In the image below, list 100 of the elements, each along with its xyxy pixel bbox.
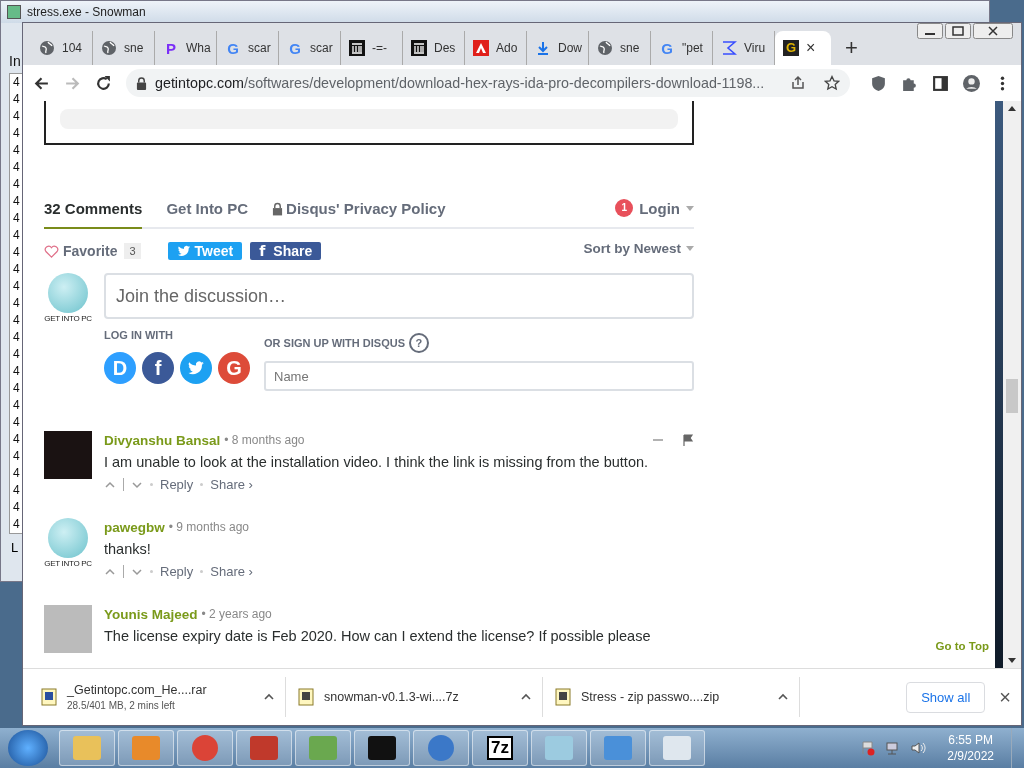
list-row-text: 4 <box>12 176 21 193</box>
triangle-logo-icon <box>473 40 489 56</box>
shield-icon[interactable] <box>870 74 887 92</box>
close-icon[interactable] <box>973 23 1013 39</box>
speaker-icon[interactable] <box>910 740 927 756</box>
list-row-text: 4 <box>12 312 21 329</box>
comment-time[interactable]: • 2 years ago <box>201 607 272 621</box>
comment-text: The license expiry date is Feb 2020. How can I extend the license? If possible please <box>104 628 652 644</box>
list-row-text: 4 <box>12 329 21 346</box>
show-all-button[interactable]: Show all <box>906 681 986 713</box>
list-row-text: 4 <box>12 448 21 465</box>
clock[interactable]: 6:55 PM 2/9/2022 <box>947 733 994 763</box>
list-row-text: 4 <box>12 397 21 414</box>
list-row-text: 4 <box>12 74 21 91</box>
share-link[interactable]: Share › <box>210 477 253 492</box>
avatar-placeholder <box>44 605 92 653</box>
letter-icon: G <box>287 39 303 57</box>
twitter-login-button[interactable] <box>180 352 212 384</box>
favorite-count: 3 <box>124 243 141 259</box>
list-row-text: 4 <box>12 499 21 516</box>
avatar-placeholder <box>44 431 92 479</box>
list-row-text: 4 <box>12 193 21 210</box>
flag-warning-icon[interactable] <box>860 740 877 756</box>
archive-file-icon <box>298 688 314 706</box>
comment-time[interactable]: • 8 months ago <box>224 433 305 447</box>
comment-time[interactable]: • 9 months ago <box>168 520 249 534</box>
lock-icon <box>272 201 284 216</box>
letter-icon: G <box>225 39 241 57</box>
globe-icon <box>101 40 117 56</box>
disqus-tab[interactable]: Disqus' Privacy Policy <box>272 200 446 227</box>
comment-text: I am unable to look at the installation video. I think the link is missing from the button. <box>104 454 650 470</box>
column-header: In <box>9 53 22 69</box>
sort-dropdown[interactable]: Sort by Newest <box>583 240 694 256</box>
reload-icon[interactable] <box>95 74 112 92</box>
login-button[interactable]: 1 Login <box>615 199 694 227</box>
browser-tab[interactable]: G × <box>775 31 831 65</box>
site-logo-avatar <box>48 273 88 313</box>
list-row-text: 4 <box>12 278 21 295</box>
scrollbar-thumb[interactable] <box>1006 379 1018 413</box>
side-panel-icon[interactable] <box>932 74 949 92</box>
address-bar[interactable]: getintopc.com/softwares/development/download-hex-rays-ida-pro-decompilers-download-1198... <box>126 69 850 97</box>
disqus-tab[interactable]: Get Into PC <box>166 200 249 227</box>
caret-icon <box>686 245 694 251</box>
help-button[interactable]: ? <box>409 333 429 353</box>
list-row-text: 4 <box>12 108 21 125</box>
name-field[interactable]: Name <box>264 361 694 391</box>
letter-icon: G <box>659 39 675 57</box>
list-row-text: 4 <box>12 142 21 159</box>
list-row-text: 4 <box>12 261 21 278</box>
comment-input[interactable]: Join the discussion… <box>104 273 694 319</box>
letter-icon: P <box>163 39 179 57</box>
globe-icon <box>39 40 55 56</box>
list-row-text: 4 <box>12 465 21 482</box>
close-button[interactable]: × <box>999 685 1011 709</box>
building-icon <box>411 40 427 56</box>
close-tab-button[interactable]: × <box>806 39 816 57</box>
list-row-text: 4 <box>12 482 21 499</box>
archive-file-icon <box>555 688 571 706</box>
scrollbar[interactable] <box>1003 101 1021 668</box>
disqus-tab[interactable]: 32 Comments <box>44 200 143 229</box>
list-row-text: 4 <box>12 125 21 142</box>
flag-icon[interactable] <box>682 434 694 446</box>
download-item[interactable]: Stress - zip passwo....zip <box>555 677 800 717</box>
reply-link[interactable]: Reply <box>160 477 194 492</box>
favorite-button[interactable]: Favorite <box>44 243 118 259</box>
lock-icon <box>136 76 147 90</box>
list-row-text: 4 <box>12 91 21 108</box>
download-item[interactable]: _Getintopc.com_He....rar 28.5/401 MB, 2 mins left <box>41 677 286 717</box>
star-icon[interactable] <box>824 75 840 91</box>
share-icon[interactable] <box>790 75 806 91</box>
app-icon <box>7 5 21 19</box>
start-button[interactable] <box>8 730 48 766</box>
minimize-icon[interactable] <box>917 23 943 39</box>
list-row-text: 4 <box>12 346 21 363</box>
google-login-button[interactable]: G <box>218 352 250 384</box>
caret-icon <box>686 205 694 211</box>
download-icon <box>535 40 551 56</box>
list-row-text: 4 <box>12 227 21 244</box>
archive-icon[interactable]: 7z <box>472 730 528 766</box>
sign-up-label: OR SIGN UP WITH DISQUS <box>264 337 405 349</box>
heart-icon <box>44 243 59 259</box>
comment-text: thanks! <box>104 541 152 557</box>
list-row-text: 4 <box>12 414 21 431</box>
restore-icon[interactable] <box>945 23 971 39</box>
profile-icon[interactable] <box>963 74 980 92</box>
bird-icon <box>176 244 191 258</box>
window-title: stress.exe - Snowman <box>27 5 146 19</box>
scroll-down-arrow-icon[interactable] <box>1008 658 1016 663</box>
facebook-login-button[interactable]: f <box>142 352 174 384</box>
new-tab-button[interactable]: + <box>845 35 858 61</box>
share-link[interactable]: Share › <box>210 564 253 579</box>
facebook-share-button[interactable]: f Share <box>250 242 322 260</box>
scroll-up-arrow-icon[interactable] <box>1008 106 1016 111</box>
list-row-text: 4 <box>12 159 21 176</box>
download-item[interactable]: snowman-v0.1.3-wi....7z <box>298 677 543 717</box>
reply-link[interactable]: Reply <box>160 564 194 579</box>
list-row-text: 4 <box>12 380 21 397</box>
bird-icon <box>187 359 205 377</box>
list-row-text: 4 <box>12 210 21 227</box>
site-logo-avatar <box>48 518 88 558</box>
